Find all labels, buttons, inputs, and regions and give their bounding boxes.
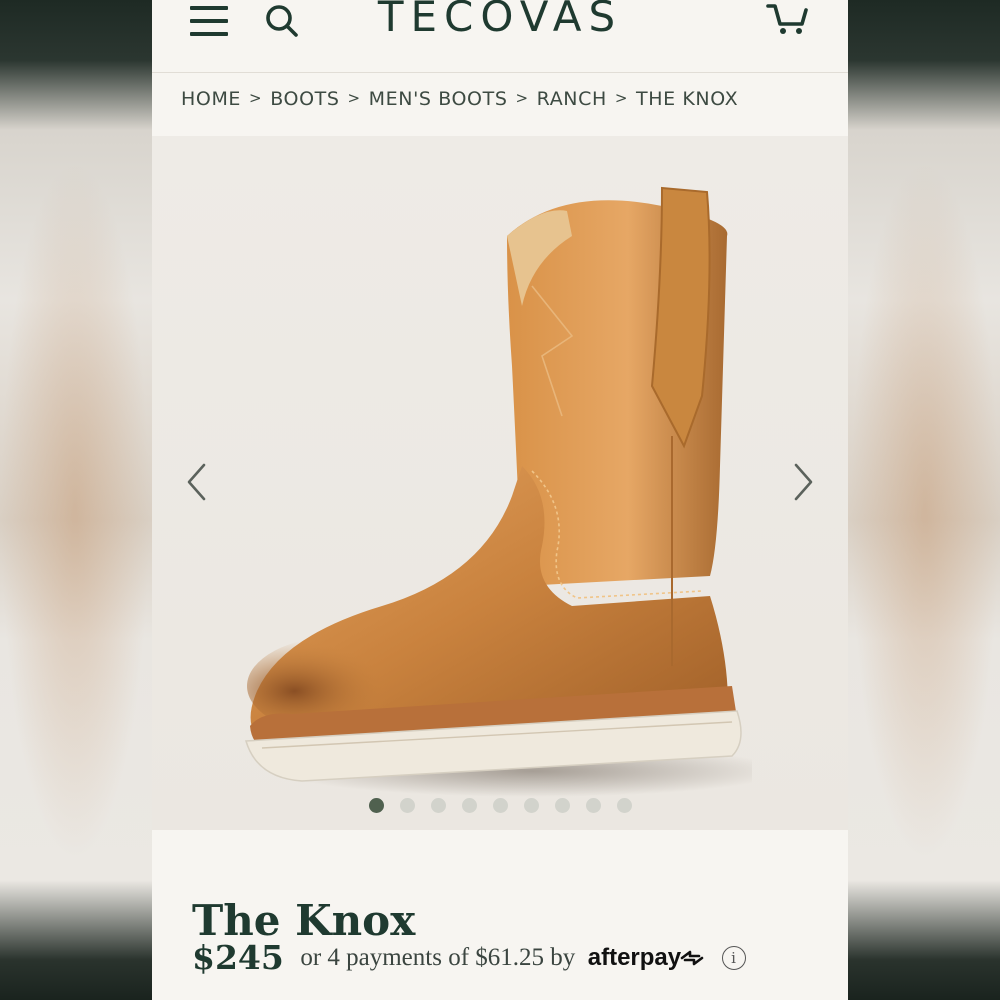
price-row: $245 or 4 payments of $61.25 by afterpay…: [192, 938, 746, 988]
product-image-gallery[interactable]: [152, 136, 848, 830]
breadcrumb-separator: >: [347, 89, 361, 107]
afterpay-text: afterpay: [587, 943, 682, 971]
breadcrumb-boots[interactable]: BOOTS: [270, 88, 339, 110]
info-icon[interactable]: i: [721, 945, 746, 970]
pagination-dot[interactable]: [616, 798, 632, 813]
breadcrumb-separator: >: [249, 89, 263, 107]
breadcrumb-mens-boots[interactable]: MEN'S BOOTS: [369, 88, 508, 110]
pagination-dot[interactable]: [430, 798, 446, 813]
brand-logo[interactable]: TECOVAS: [152, 0, 848, 41]
breadcrumb-separator: >: [515, 89, 529, 107]
installments-text: or 4 payments of $61.25 by: [300, 943, 576, 971]
mobile-page: TECOVAS HOME > BOOTS > MEN'S BOOTS > RANCH > THE…: [152, 0, 848, 1000]
pagination-dot[interactable]: [554, 798, 570, 813]
breadcrumb: HOME > BOOTS > MEN'S BOOTS > RANCH > THE KNOX: [181, 88, 738, 114]
afterpay-logo[interactable]: afterpay: [588, 944, 705, 972]
afterpay-arrows-icon: [680, 950, 704, 966]
breadcrumb-current: THE KNOX: [636, 88, 739, 110]
breadcrumb-home[interactable]: HOME: [181, 88, 241, 110]
gallery-pagination: [152, 798, 848, 813]
pagination-dot[interactable]: [492, 798, 508, 813]
product-price: $245: [192, 938, 284, 977]
pagination-dot[interactable]: [399, 798, 415, 813]
top-navigation-bar: TECOVAS: [152, 0, 848, 73]
pagination-dot[interactable]: [585, 798, 601, 813]
product-image-boot: [245, 186, 752, 797]
chevron-left-icon[interactable]: [184, 462, 210, 502]
pagination-dot[interactable]: [461, 798, 477, 813]
breadcrumb-ranch[interactable]: RANCH: [537, 88, 607, 110]
pagination-dot[interactable]: [523, 798, 539, 813]
breadcrumb-separator: >: [614, 89, 629, 107]
cart-icon[interactable]: [766, 0, 810, 36]
pagination-dot[interactable]: [368, 798, 384, 813]
chevron-right-icon[interactable]: [790, 462, 816, 502]
